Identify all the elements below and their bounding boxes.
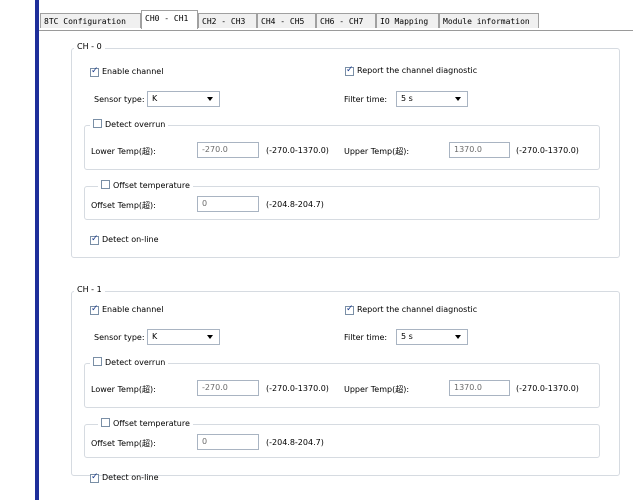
ch1-sensor-label: Sensor type: [94, 333, 145, 342]
ch1-overrun-title: Detect overrun [90, 357, 169, 367]
ch0-overrun-title: Detect overrun [90, 119, 169, 129]
ch0-lower-range: (-270.0-1370.0) [266, 146, 329, 155]
ch1-offset-range: (-204.8-204.7) [266, 438, 324, 447]
ch0-filter-value: 5 s [401, 94, 413, 103]
ch1-lower-range: (-270.0-1370.0) [266, 384, 329, 393]
ch1-upper-range: (-270.0-1370.0) [516, 384, 579, 393]
tab-8tc-configuration[interactable]: 8TC Configuration [40, 13, 141, 28]
chevron-down-icon [207, 335, 213, 339]
ch0-lower-input[interactable]: -270.0 [197, 142, 259, 158]
tab-ch2-ch3[interactable]: CH2 - CH3 [198, 13, 257, 28]
ch0-enable-label: Enable channel [102, 67, 164, 76]
ch1-lower-label: Lower Temp(超): [91, 385, 156, 394]
ch0-offset-checkbox[interactable] [101, 180, 110, 189]
ch0-sensor-label: Sensor type: [94, 95, 145, 104]
ch0-online-label: Detect on-line [102, 235, 159, 244]
ch1-upper-input[interactable]: 1370.0 [449, 380, 510, 396]
ch0-offset-title: Offset temperature [98, 180, 193, 190]
ch1-online-checkbox[interactable] [90, 472, 99, 483]
ch1-offset-group [84, 424, 600, 458]
ch0-offset-range: (-204.8-204.7) [266, 200, 324, 209]
ch1-offset-title: Offset temperature [98, 418, 193, 428]
ch0-overrun-label: Detect overrun [105, 120, 166, 129]
ch0-filter-label: Filter time: [344, 95, 388, 104]
window-left-edge [35, 0, 39, 500]
channel-0-title: CH - 0 [74, 42, 105, 51]
ch0-upper-label: Upper Temp(超): [344, 147, 410, 156]
ch1-report-checkbox[interactable] [345, 304, 354, 315]
ch0-report-label: Report the channel diagnostic [357, 66, 478, 75]
ch0-offset-group [84, 186, 600, 220]
ch1-report-label: Report the channel diagnostic [357, 305, 478, 314]
ch1-online-label: Detect on-line [102, 473, 159, 482]
ch1-lower-input[interactable]: -270.0 [197, 380, 259, 396]
ch0-offset-input[interactable]: 0 [197, 196, 259, 212]
tab-ch0-ch1[interactable]: CH0 - CH1 [141, 10, 198, 29]
channel-1-title: CH - 1 [74, 285, 105, 294]
ch1-filter-value: 5 s [401, 332, 413, 341]
ch0-enable-checkbox[interactable] [90, 66, 99, 77]
ch0-filter-select[interactable]: 5 s [396, 91, 468, 107]
tab-ch4-ch5[interactable]: CH4 - CH5 [257, 13, 316, 28]
tab-ch6-ch7[interactable]: CH6 - CH7 [316, 13, 376, 28]
ch0-overrun-checkbox[interactable] [93, 119, 102, 128]
ch0-upper-range: (-270.0-1370.0) [516, 146, 579, 155]
chevron-down-icon [207, 97, 213, 101]
chevron-down-icon [455, 97, 461, 101]
ch1-offset-checkbox[interactable] [101, 418, 110, 427]
ch0-sensor-select[interactable]: K [147, 91, 220, 107]
ch1-sensor-select[interactable]: K [147, 329, 220, 345]
ch0-offset-label: Offset Temp(超): [91, 201, 156, 210]
ch0-lower-label: Lower Temp(超): [91, 147, 156, 156]
ch1-enable-checkbox[interactable] [90, 304, 99, 315]
ch1-sensor-value: K [152, 332, 158, 341]
ch0-upper-input[interactable]: 1370.0 [449, 142, 510, 158]
chevron-down-icon [455, 335, 461, 339]
ch1-overrun-checkbox[interactable] [93, 357, 102, 366]
ch0-report-checkbox[interactable] [345, 65, 354, 76]
ch1-overrun-label: Detect overrun [105, 358, 166, 367]
ch1-filter-label: Filter time: [344, 333, 388, 342]
ch0-sensor-value: K [152, 94, 158, 103]
tab-module-information[interactable]: Module information [439, 13, 539, 28]
ch1-offset-input[interactable]: 0 [197, 434, 259, 450]
ch1-offset-label: Offset Temp(超): [91, 439, 156, 448]
ch1-enable-label: Enable channel [102, 305, 164, 314]
ch0-offset-group-label: Offset temperature [113, 181, 190, 190]
tab-io-mapping[interactable]: IO Mapping [376, 13, 439, 28]
ch1-filter-select[interactable]: 5 s [396, 329, 468, 345]
ch0-online-checkbox[interactable] [90, 234, 99, 245]
ch1-upper-label: Upper Temp(超): [344, 385, 410, 394]
ch1-offset-group-label: Offset temperature [113, 419, 190, 428]
